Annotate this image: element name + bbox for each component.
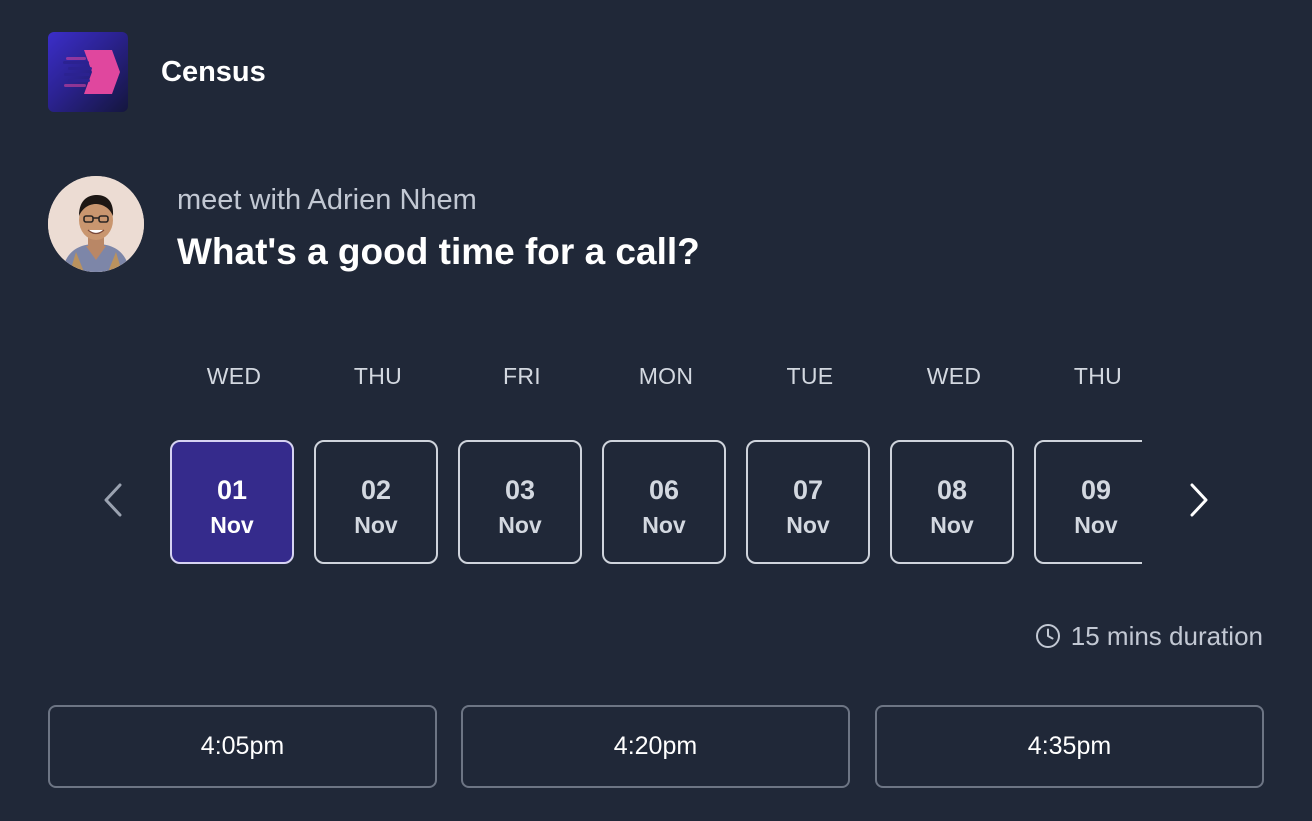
meet-with-host: meet with Adrien Nhem: [177, 184, 477, 216]
date-card[interactable]: 09 Nov: [1034, 440, 1142, 564]
date-day: 03: [504, 475, 536, 505]
chevron-left-icon: [104, 483, 122, 517]
date-month: Nov: [354, 512, 398, 538]
date-day: 08: [936, 475, 968, 505]
date-day: 02: [360, 475, 392, 505]
duration-info: 15 mins duration: [1035, 620, 1263, 652]
date-month: Nov: [1074, 512, 1118, 538]
date-day: 06: [648, 475, 680, 505]
date-column: THU 02 Nov: [314, 352, 442, 570]
weekday-label: WED: [926, 363, 982, 389]
date-column: WED 01 Nov: [170, 352, 298, 570]
time-slot-button[interactable]: 4:20pm: [461, 705, 850, 788]
date-card[interactable]: 06 Nov: [602, 440, 726, 564]
date-month: Nov: [210, 512, 254, 538]
time-slot-button[interactable]: 4:05pm: [48, 705, 437, 788]
date-column: WED 08 Nov: [890, 352, 1018, 570]
date-card[interactable]: 02 Nov: [314, 440, 438, 564]
date-card[interactable]: 07 Nov: [746, 440, 870, 564]
clock-icon: [1035, 624, 1060, 648]
date-day: 07: [792, 475, 824, 505]
weekday-label: WED: [206, 363, 262, 389]
duration-label: 15 mins duration: [1070, 621, 1263, 651]
page-title: What's a good time for a call?: [177, 231, 700, 272]
date-month: Nov: [498, 512, 542, 538]
brand-name: Census: [161, 56, 266, 88]
weekday-label: MON: [638, 363, 694, 389]
date-card-selected[interactable]: 01 Nov: [170, 440, 294, 564]
date-day: 09: [1080, 475, 1112, 505]
weekday-label: THU: [1073, 363, 1123, 389]
date-column: FRI 03 Nov: [458, 352, 586, 570]
weekday-label: FRI: [503, 363, 541, 389]
time-slot-button[interactable]: 4:35pm: [875, 705, 1264, 788]
date-month: Nov: [642, 512, 686, 538]
previous-dates-button[interactable]: [92, 478, 136, 522]
date-month: Nov: [786, 512, 830, 538]
date-card[interactable]: 03 Nov: [458, 440, 582, 564]
date-card[interactable]: 08 Nov: [890, 440, 1014, 564]
date-column: MON 06 Nov: [602, 352, 730, 570]
weekday-label: TUE: [786, 363, 834, 389]
next-dates-button[interactable]: [1176, 478, 1220, 522]
scheduling-page: Census meet with Adrien Nhem What's a go…: [0, 0, 1312, 821]
weekday-label: THU: [353, 363, 403, 389]
date-column: TUE 07 Nov: [746, 352, 874, 570]
date-column: THU 09 Nov: [1034, 352, 1142, 570]
census-logo-icon: [48, 32, 128, 112]
date-day: 01: [216, 475, 248, 505]
chevron-right-icon: [1190, 483, 1208, 517]
host-avatar: [48, 176, 144, 272]
date-month: Nov: [930, 512, 974, 538]
date-strip: WED 01 Nov THU 02 Nov FRI 03 Nov MON 06: [170, 352, 1142, 570]
